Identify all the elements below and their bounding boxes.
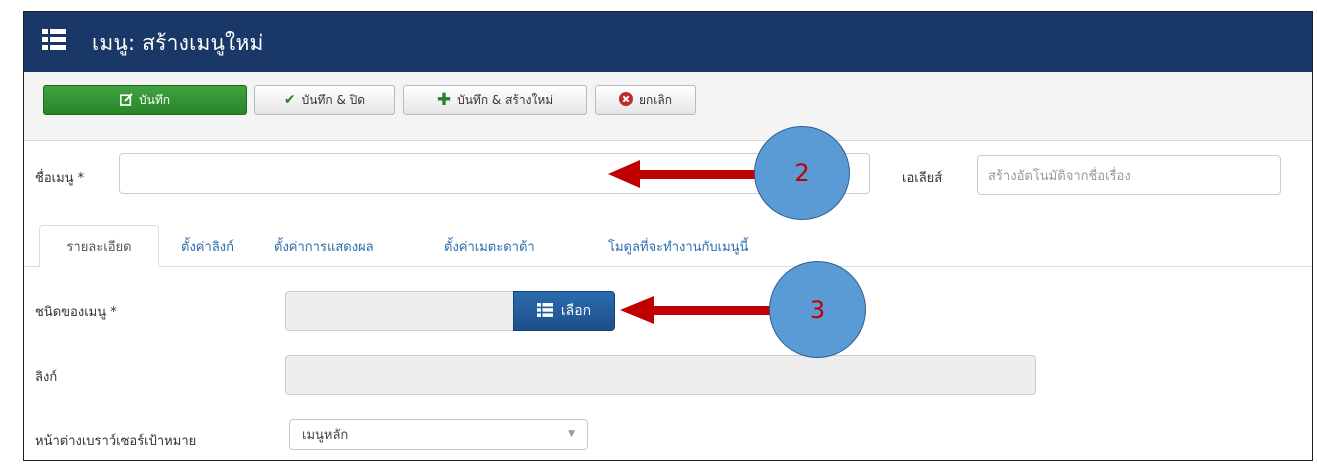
annotation-arrows	[608, 160, 776, 324]
arrow-3	[620, 296, 776, 324]
arrow-2	[608, 160, 757, 188]
annotation-callout-2: 2	[754, 126, 850, 220]
admin-window: เมนู: สร้างเมนูใหม่ บันทึก ✔ บันทึก & ปิ…	[23, 11, 1313, 461]
annotation-callout-3: 3	[769, 261, 866, 358]
